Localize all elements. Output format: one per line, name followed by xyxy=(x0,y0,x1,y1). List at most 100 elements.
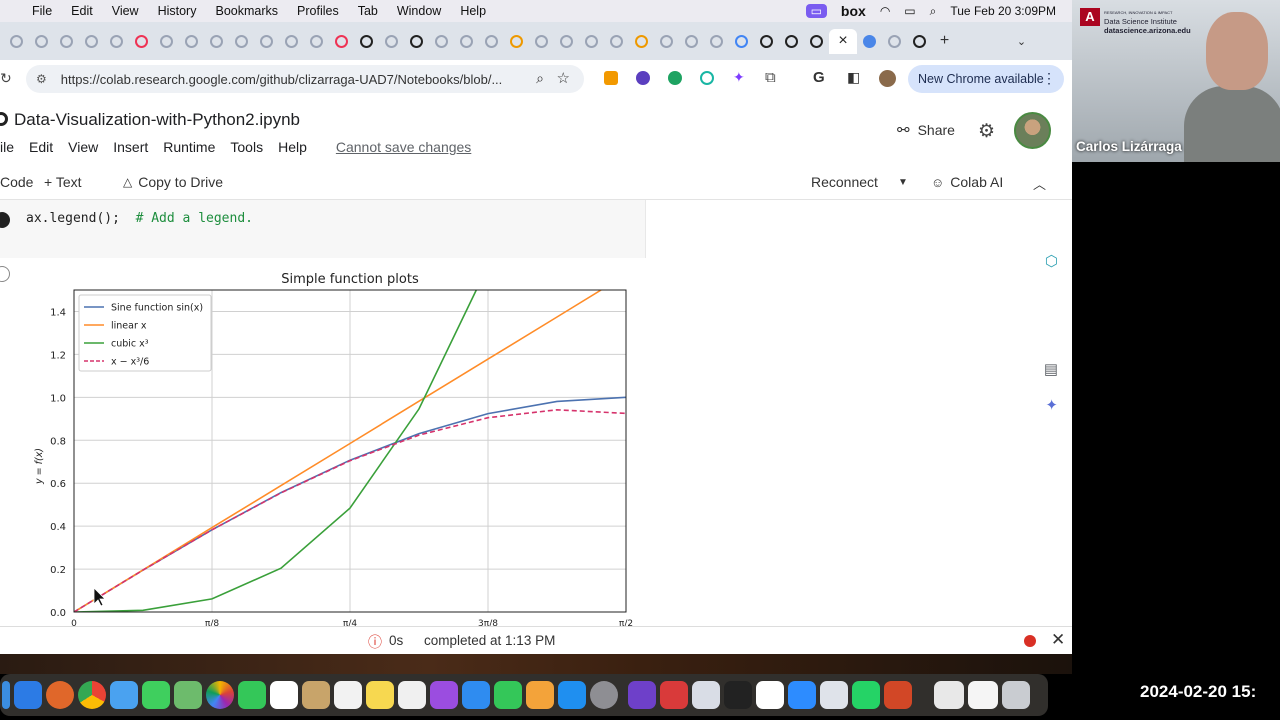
tab-favicon[interactable] xyxy=(907,29,932,54)
maps-icon[interactable] xyxy=(174,681,202,709)
more-icon[interactable]: ⋮ xyxy=(1042,70,1056,87)
trash-icon[interactable] xyxy=(1002,681,1030,709)
tab-favicon[interactable] xyxy=(804,29,829,54)
tab-favicon[interactable] xyxy=(479,29,504,54)
share-button[interactable]: ⚯ Share xyxy=(897,121,955,139)
colab-ai-button[interactable]: ☺ Colab AI xyxy=(931,174,1003,190)
chevron-down-icon[interactable]: ⌄ xyxy=(1017,35,1026,48)
zoom-icon[interactable]: ⌕ xyxy=(536,70,544,87)
tab-favicon[interactable] xyxy=(54,29,79,54)
github-desktop-icon[interactable] xyxy=(628,681,656,709)
reload-icon[interactable]: ↻ xyxy=(0,70,12,87)
close-icon[interactable]: ✕ xyxy=(1051,630,1065,650)
colab-menu-help[interactable]: Help xyxy=(278,139,307,155)
url-text[interactable]: https://colab.research.google.com/github… xyxy=(61,72,503,87)
photos-icon[interactable] xyxy=(206,681,234,709)
tab-favicon[interactable] xyxy=(29,29,54,54)
menu-bookmarks[interactable]: Bookmarks xyxy=(215,4,278,18)
code-cell[interactable]: ax.legend(); # Add a legend. xyxy=(0,200,646,258)
clock[interactable]: Tue Feb 20 3:09PM xyxy=(950,4,1056,18)
add-text-button[interactable]: + Text xyxy=(44,174,82,190)
tab-favicon[interactable] xyxy=(679,29,704,54)
tab-favicon[interactable] xyxy=(79,29,104,54)
tab-favicon[interactable] xyxy=(754,29,779,54)
sparkle-icon[interactable]: ✦ xyxy=(733,69,745,86)
tab-favicon[interactable] xyxy=(554,29,579,54)
chevron-up-icon[interactable]: ︿ xyxy=(1033,174,1046,193)
tab-favicon[interactable] xyxy=(429,29,454,54)
copy-to-drive-button[interactable]: △ Copy to Drive xyxy=(123,174,223,190)
tab-favicon[interactable] xyxy=(254,29,279,54)
search-icon[interactable]: ⌕ xyxy=(930,4,937,19)
tab-favicon[interactable] xyxy=(129,29,154,54)
tab-list-button[interactable]: ⌄ xyxy=(1009,29,1034,54)
menu-tab[interactable]: Tab xyxy=(358,4,378,18)
tab-favicon[interactable] xyxy=(179,29,204,54)
tab-favicon[interactable] xyxy=(454,29,479,54)
finder-icon[interactable] xyxy=(2,681,10,709)
tab-favicon[interactable] xyxy=(779,29,804,54)
colab-menu-file[interactable]: ile xyxy=(0,139,14,155)
tab-favicon[interactable] xyxy=(4,29,29,54)
menu-file[interactable]: File xyxy=(32,4,52,18)
extension-icon[interactable] xyxy=(700,71,714,85)
tab-favicon[interactable] xyxy=(404,29,429,54)
tab-favicon[interactable] xyxy=(729,29,754,54)
colab-menu-insert[interactable]: Insert xyxy=(113,139,148,155)
tab-favicon[interactable] xyxy=(529,29,554,54)
terminal-icon[interactable] xyxy=(724,681,752,709)
messages-icon[interactable] xyxy=(142,681,170,709)
powerpoint-icon[interactable] xyxy=(884,681,912,709)
notes-app-icon[interactable] xyxy=(366,681,394,709)
colab-menu-view[interactable]: View xyxy=(68,139,98,155)
puzzle-icon[interactable]: ⧉ xyxy=(765,69,776,86)
menu-window[interactable]: Window xyxy=(397,4,441,18)
avatar[interactable] xyxy=(1014,112,1051,149)
colab-menu-runtime[interactable]: Runtime xyxy=(163,139,215,155)
box-label[interactable]: box xyxy=(841,3,866,19)
window-thumbnail[interactable] xyxy=(968,681,998,709)
close-icon[interactable]: × xyxy=(838,32,847,50)
add-code-button[interactable]: Code xyxy=(0,174,33,190)
collapse-button[interactable]: ︿ xyxy=(1033,174,1046,193)
active-tab-close[interactable]: × xyxy=(829,28,857,54)
plus-icon[interactable]: + xyxy=(940,32,949,50)
safari-icon[interactable] xyxy=(14,681,42,709)
gemini-sparkle-icon[interactable]: ✦ xyxy=(1045,396,1058,414)
cube-icon[interactable]: ⬡ xyxy=(1045,252,1058,270)
calendar-icon[interactable] xyxy=(270,681,298,709)
tab-favicon[interactable] xyxy=(704,29,729,54)
settings-icon[interactable] xyxy=(590,681,618,709)
menu-history[interactable]: History xyxy=(158,4,197,18)
whatsapp-icon[interactable] xyxy=(852,681,880,709)
firefox-icon[interactable] xyxy=(46,681,74,709)
tab-favicon[interactable] xyxy=(204,29,229,54)
pages-icon[interactable] xyxy=(526,681,554,709)
cannot-save-link[interactable]: Cannot save changes xyxy=(336,139,471,155)
tab-favicon[interactable] xyxy=(329,29,354,54)
mail-icon[interactable] xyxy=(110,681,138,709)
sidepanel-icon[interactable]: ◧ xyxy=(847,69,860,86)
app-icon[interactable] xyxy=(692,681,720,709)
notebook-title[interactable]: Data-Visualization-with-Python2.ipynb xyxy=(14,110,300,130)
extension-icon[interactable] xyxy=(668,71,682,85)
app-icon[interactable] xyxy=(660,681,688,709)
tab-favicon[interactable] xyxy=(379,29,404,54)
folder-icon[interactable] xyxy=(302,681,330,709)
slack-icon[interactable] xyxy=(756,681,784,709)
tab-favicon[interactable] xyxy=(229,29,254,54)
app-icon[interactable] xyxy=(820,681,848,709)
window-thumbnail[interactable] xyxy=(934,681,964,709)
new-chrome-available-button[interactable]: New Chrome available ⋮ xyxy=(908,65,1064,93)
notes-icon[interactable]: ▤ xyxy=(1044,360,1058,378)
new-tab-button[interactable]: + xyxy=(932,29,957,54)
menu-help[interactable]: Help xyxy=(460,4,486,18)
run-cell-button[interactable] xyxy=(0,212,10,228)
reconnect-button[interactable]: Reconnect ▼ xyxy=(811,174,908,190)
bookmark-star-icon[interactable]: ☆ xyxy=(557,69,570,87)
tab-favicon[interactable] xyxy=(104,29,129,54)
podcasts-icon[interactable] xyxy=(430,681,458,709)
code-line[interactable]: ax.legend(); # Add a legend. xyxy=(26,211,253,226)
google-icon[interactable]: G xyxy=(813,69,825,86)
caret-down-icon[interactable]: ▼ xyxy=(898,177,908,188)
